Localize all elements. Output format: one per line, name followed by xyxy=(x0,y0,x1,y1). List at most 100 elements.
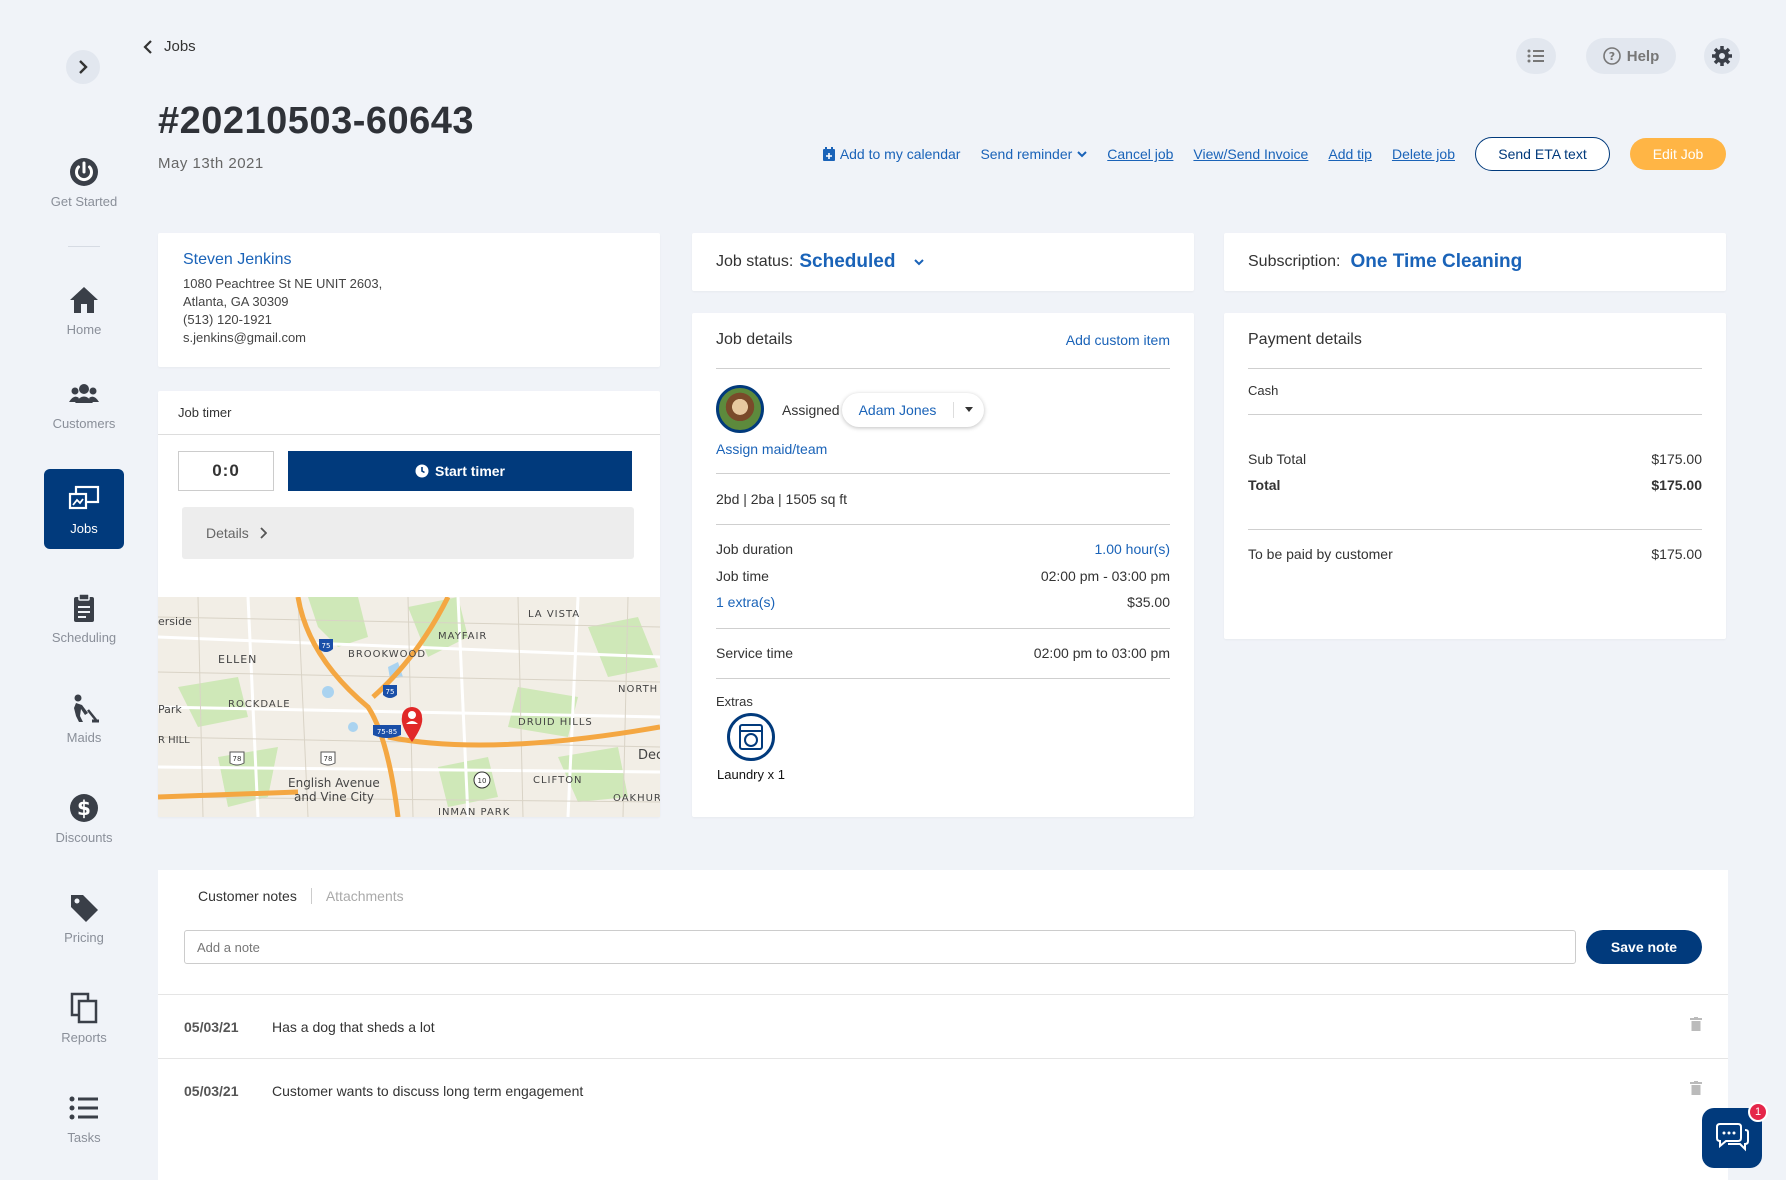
start-timer-label: Start timer xyxy=(434,463,506,479)
users-icon xyxy=(69,383,99,403)
delete-job-link[interactable]: Delete job xyxy=(1392,146,1455,162)
map-label: English Avenue xyxy=(288,776,380,790)
sidebar-item-home[interactable]: Home xyxy=(44,270,124,350)
subscription-card: Subscription: One Time Cleaning xyxy=(1224,233,1726,291)
help-button[interactable]: ? Help xyxy=(1586,38,1676,74)
map-label: ELLEN xyxy=(218,653,257,666)
customer-email: s.jenkins@gmail.com xyxy=(183,330,307,345)
divider xyxy=(716,678,1170,679)
caret-down-icon xyxy=(965,407,973,412)
extras-row: 1 extra(s) $35.00 xyxy=(716,594,1170,610)
tab-attachments[interactable]: Attachments xyxy=(310,888,418,904)
note-date: 05/03/21 xyxy=(184,1082,239,1099)
send-reminder-label: Send reminder xyxy=(980,146,1073,162)
extras-heading: Extras xyxy=(716,694,753,709)
page-title: #20210503-60643 xyxy=(158,100,475,142)
total-row: Total $175.00 xyxy=(1248,477,1702,493)
add-note-input[interactable]: Add a note xyxy=(184,930,1576,964)
job-details-title: Job details xyxy=(716,331,793,348)
sidebar-item-jobs[interactable]: Jobs xyxy=(44,469,124,549)
settings-button[interactable] xyxy=(1704,38,1740,74)
sidebar-item-pricing[interactable]: Pricing xyxy=(44,878,124,958)
divider xyxy=(716,368,1170,369)
laundry-icon xyxy=(727,713,775,761)
extra-item-label: Laundry x 1 xyxy=(717,767,785,782)
sidebar: Get Started Home Customers Jobs Scheduli… xyxy=(0,0,166,1180)
power-icon xyxy=(70,157,98,186)
job-status-card[interactable]: Job status: Scheduled xyxy=(692,233,1194,291)
sidebar-item-discounts[interactable]: $ Discounts xyxy=(44,778,124,858)
payment-details-title: Payment details xyxy=(1248,331,1362,348)
chevron-right-icon xyxy=(79,60,88,74)
service-time-label: Service time xyxy=(716,645,794,661)
sidebar-item-customers[interactable]: Customers xyxy=(44,364,124,444)
view-send-invoice-link[interactable]: View/Send Invoice xyxy=(1193,146,1308,162)
map-highway-shield: 10 xyxy=(478,777,487,785)
map-highway-shield: 75 xyxy=(322,642,331,650)
map-label: BROOKWOOD xyxy=(348,649,426,660)
sidebar-item-get-started[interactable]: Get Started xyxy=(44,142,124,222)
send-reminder-dropdown[interactable]: Send reminder xyxy=(980,146,1087,162)
list-item: 05/03/21 Has a dog that sheds a lot xyxy=(158,994,1728,1058)
job-time-label: Job time xyxy=(716,568,769,584)
add-tip-link[interactable]: Add tip xyxy=(1328,146,1372,162)
subtotal-row: Sub Total $175.00 xyxy=(1248,451,1702,467)
list-icon xyxy=(69,1096,98,1119)
job-status-label: Job status: xyxy=(716,253,794,270)
edit-job-button[interactable]: Edit Job xyxy=(1630,138,1726,170)
back-to-jobs-link[interactable]: Jobs xyxy=(142,38,196,55)
send-eta-text-button[interactable]: Send ETA text xyxy=(1475,137,1610,171)
timer-details-toggle[interactable]: Details xyxy=(182,507,634,559)
sidebar-item-scheduling[interactable]: Scheduling xyxy=(44,578,124,658)
service-time-value: 02:00 pm to 03:00 pm xyxy=(1033,645,1170,661)
trash-icon[interactable] xyxy=(1690,1017,1702,1031)
job-time-value: 02:00 pm - 03:00 pm xyxy=(1040,568,1170,584)
divider xyxy=(1248,529,1702,530)
cancel-job-link[interactable]: Cancel job xyxy=(1107,146,1173,162)
job-duration-row: Job duration 1.00 hour(s) xyxy=(716,541,1170,557)
sidebar-item-label: Discounts xyxy=(55,829,113,845)
tab-customer-notes[interactable]: Customer notes xyxy=(198,888,311,904)
sidebar-item-tasks[interactable]: Tasks xyxy=(44,1078,124,1158)
location-map[interactable]: erside ELLEN BROOKWOOD MAYFAIR LA VISTA … xyxy=(158,597,660,817)
sidebar-toggle-button[interactable] xyxy=(66,50,100,84)
extra-item: Laundry x 1 xyxy=(716,713,786,782)
sidebar-item-label: Maids xyxy=(66,729,102,745)
customer-name-link[interactable]: Steven Jenkins xyxy=(183,251,635,269)
map-label: erside xyxy=(158,615,192,628)
extras-link[interactable]: 1 extra(s) xyxy=(716,594,775,610)
customer-address-line2: Atlanta, GA 30309 xyxy=(183,294,289,309)
sidebar-item-reports[interactable]: Reports xyxy=(44,978,124,1058)
customer-phone: (513) 120-1921 xyxy=(183,312,272,327)
job-timer-header: Job timer xyxy=(158,391,660,435)
add-to-calendar-link[interactable]: Add to my calendar xyxy=(822,146,961,162)
add-custom-item-link[interactable]: Add custom item xyxy=(1066,332,1170,348)
list-view-button[interactable] xyxy=(1516,38,1556,74)
assignee-dropdown[interactable]: Adam Jones xyxy=(842,393,984,427)
notes-tabs: Customer notes Attachments xyxy=(198,888,418,904)
start-timer-button[interactable]: Start timer xyxy=(288,451,632,491)
svg-text:?: ? xyxy=(1609,50,1615,63)
map-label: CLIFTON xyxy=(533,775,583,786)
clock-icon xyxy=(415,464,429,478)
save-note-button[interactable]: Save note xyxy=(1586,930,1702,964)
divider xyxy=(716,524,1170,525)
service-time-row: Service time 02:00 pm to 03:00 pm xyxy=(716,645,1170,661)
trash-icon[interactable] xyxy=(1690,1081,1702,1095)
list-item: 05/03/21 Customer wants to discuss long … xyxy=(158,1058,1728,1122)
customer-card: Steven Jenkins 1080 Peachtree St NE UNIT… xyxy=(158,233,660,367)
job-duration-value[interactable]: 1.00 hour(s) xyxy=(1095,541,1170,557)
timer-display: 0:0 xyxy=(178,451,274,491)
subscription-value[interactable]: One Time Cleaning xyxy=(1351,251,1523,273)
payment-method: Cash xyxy=(1248,383,1279,398)
divider xyxy=(1248,368,1702,369)
map-label: DRUID HILLS xyxy=(518,717,593,728)
sidebar-item-maids[interactable]: Maids xyxy=(44,678,124,758)
map-graphic: erside ELLEN BROOKWOOD MAYFAIR LA VISTA … xyxy=(158,597,660,817)
total-label: Total xyxy=(1248,477,1281,493)
add-to-calendar-label: Add to my calendar xyxy=(839,146,961,162)
assign-maid-team-link[interactable]: Assign maid/team xyxy=(716,441,827,457)
job-actions-bar: Add to my calendar Send reminder Cancel … xyxy=(822,137,1726,171)
chat-widget-button[interactable]: 1 xyxy=(1702,1102,1768,1168)
tag-icon xyxy=(71,894,98,922)
